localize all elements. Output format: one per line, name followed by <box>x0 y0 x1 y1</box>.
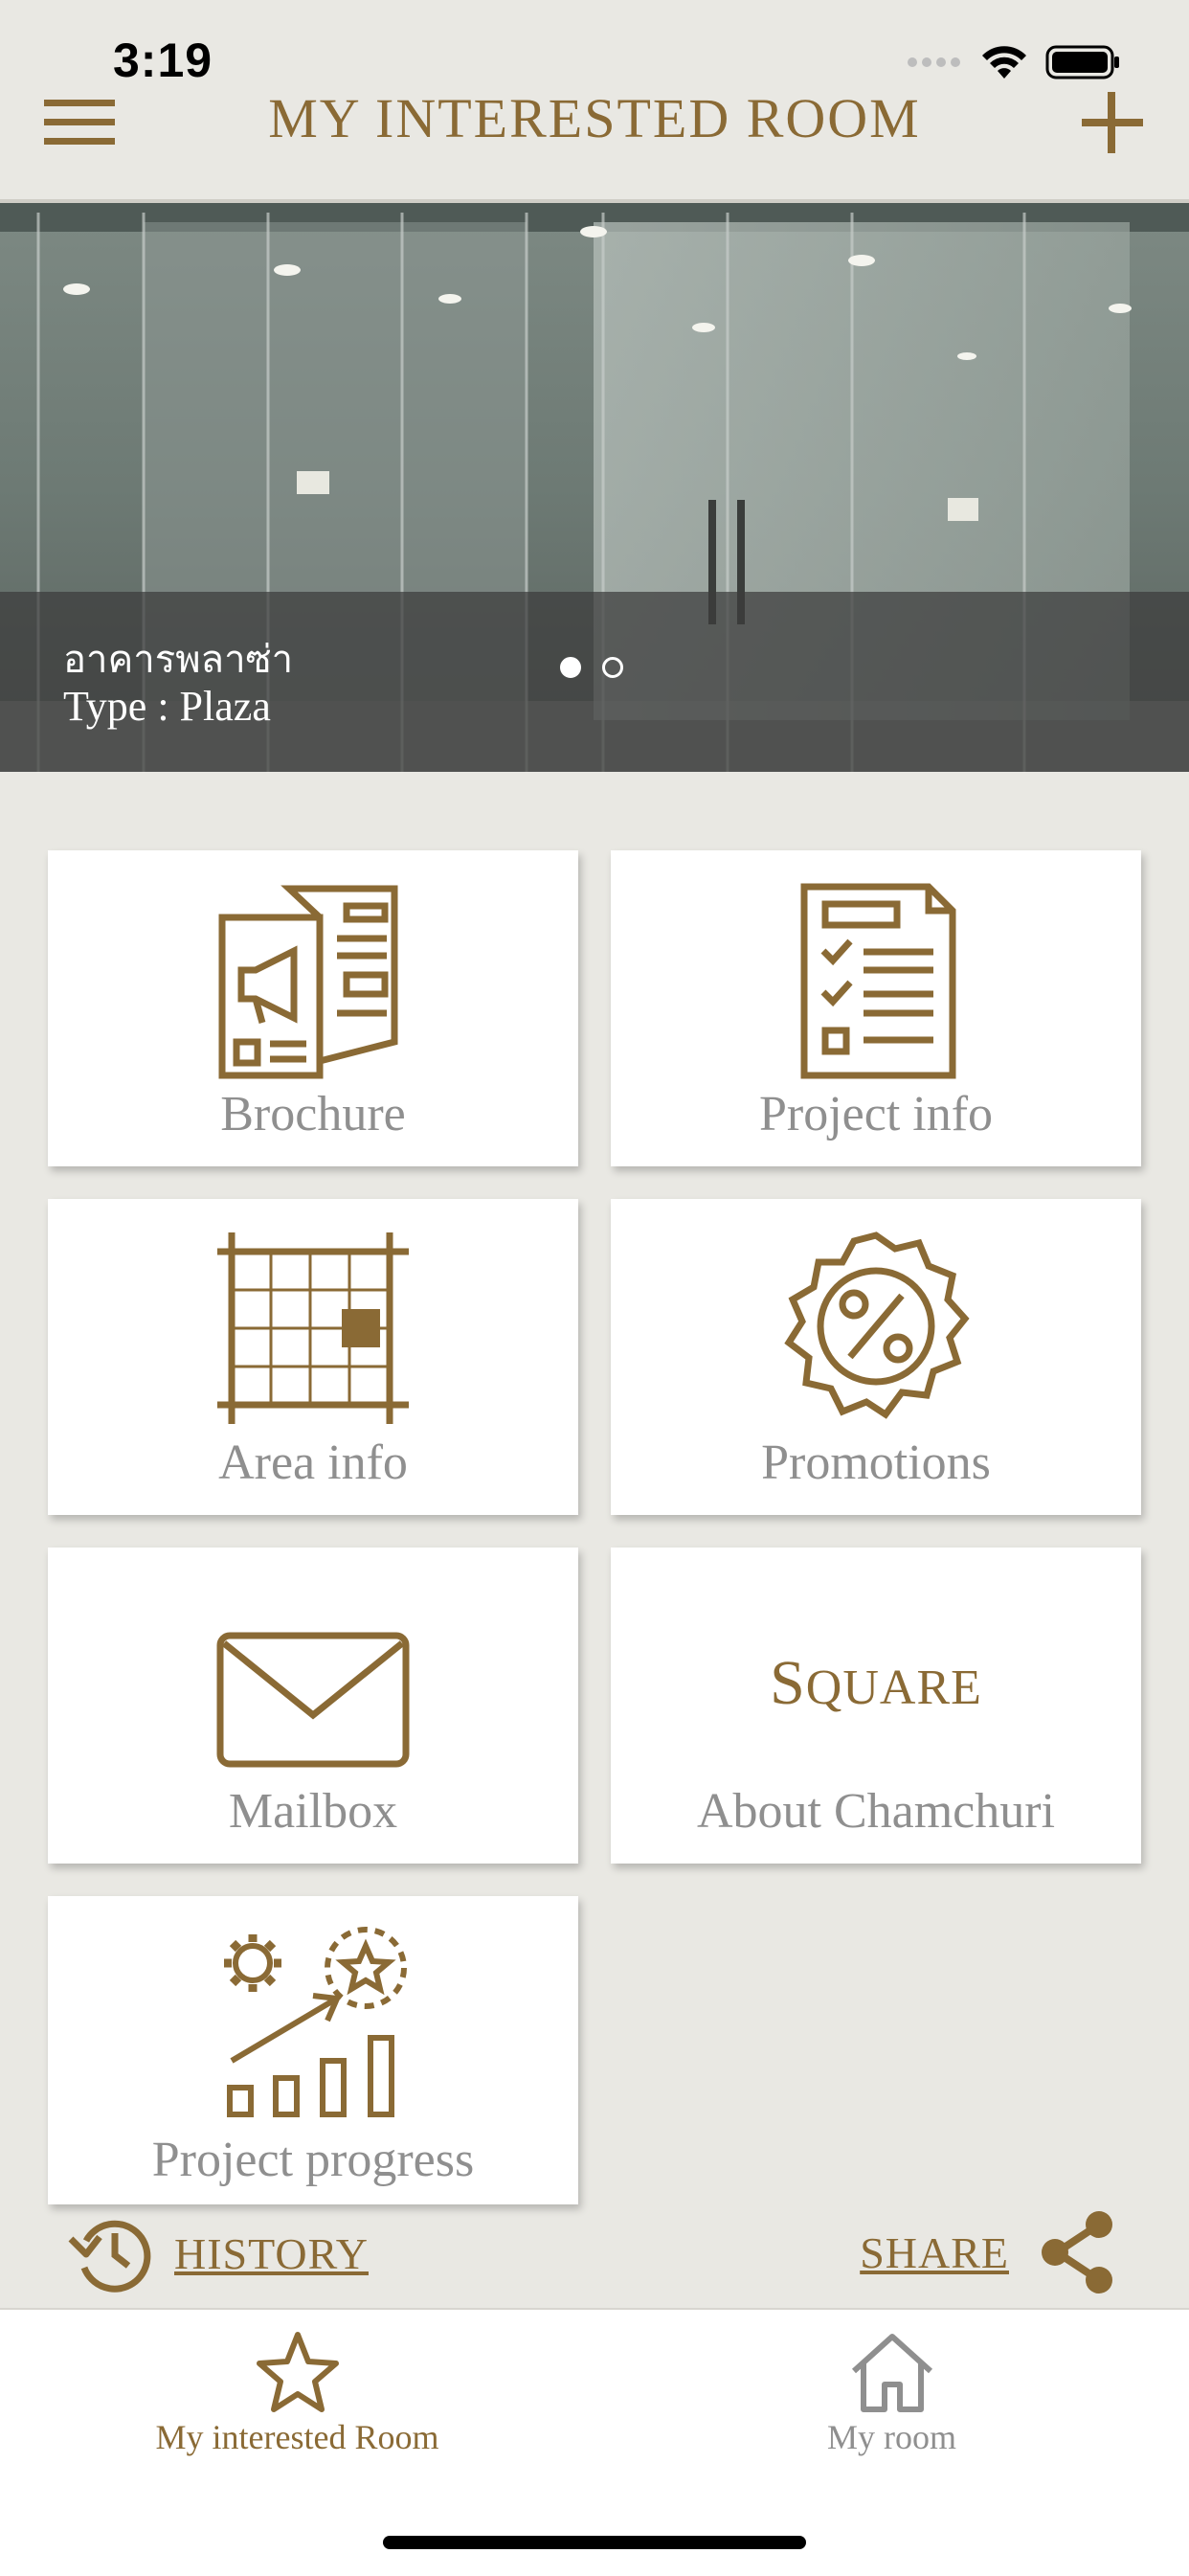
carousel-dot-1[interactable] <box>560 657 581 678</box>
share-icon <box>1042 2211 1112 2294</box>
brochure-label: Brochure <box>220 1087 406 1141</box>
floor-grid-icon <box>217 1232 409 1424</box>
menu-button[interactable] <box>42 92 119 153</box>
page-title: MY INTERESTED ROOM <box>268 87 921 149</box>
hero-building-type: Type : Plaza <box>63 683 271 730</box>
tab-label-my-interested-room: My interested Room <box>155 2418 439 2456</box>
promotions-tile[interactable]: Promotions <box>611 1199 1141 1515</box>
project-info-label: Project info <box>758 1087 994 1141</box>
progress-chart-icon <box>224 1927 407 2117</box>
about-chamchuri-label: About Chamchuri <box>696 1784 1056 1839</box>
tab-label-my-room: My room <box>827 2418 956 2456</box>
history-icon <box>68 2220 151 2293</box>
home-icon <box>851 2334 932 2412</box>
plus-icon <box>1082 92 1143 153</box>
project-info-tile[interactable]: Project info <box>611 850 1141 1166</box>
hero-building-name: อาคารพลาซ่า <box>63 638 294 682</box>
history-button[interactable]: HISTORY <box>67 2212 369 2294</box>
tab-my-room[interactable]: My room <box>594 2310 1189 2501</box>
hamburger-menu-icon <box>44 100 115 145</box>
share-label: SHARE <box>860 2227 1009 2277</box>
share-button[interactable]: SHARE <box>860 2208 1118 2296</box>
project-progress-tile[interactable]: Project progress <box>48 1896 578 2204</box>
history-label: HISTORY <box>174 2228 369 2278</box>
square-logo: SQUARE <box>770 1648 982 1718</box>
project-progress-label: Project progress <box>151 2133 475 2187</box>
brochure-icon <box>218 885 398 1079</box>
home-indicator <box>383 2536 806 2549</box>
promotions-label: Promotions <box>761 1435 991 1490</box>
star-icon <box>256 2332 339 2412</box>
brochure-tile[interactable]: Brochure <box>48 850 578 1166</box>
mailbox-tile[interactable]: Mailbox <box>48 1548 578 1864</box>
area-info-label: Area info <box>218 1435 408 1490</box>
add-button[interactable] <box>1078 88 1147 157</box>
about-chamchuri-tile[interactable]: SQUARE About Chamchuri <box>611 1548 1141 1864</box>
carousel-dot-2[interactable] <box>602 657 623 678</box>
percent-badge-icon <box>784 1232 970 1419</box>
checklist-icon <box>800 883 956 1079</box>
envelope-icon <box>216 1632 410 1768</box>
tab-my-interested-room[interactable]: My interested Room <box>0 2310 594 2501</box>
area-info-tile[interactable]: Area info <box>48 1199 578 1515</box>
mailbox-label: Mailbox <box>228 1784 398 1839</box>
carousel-page-indicator <box>560 657 623 678</box>
